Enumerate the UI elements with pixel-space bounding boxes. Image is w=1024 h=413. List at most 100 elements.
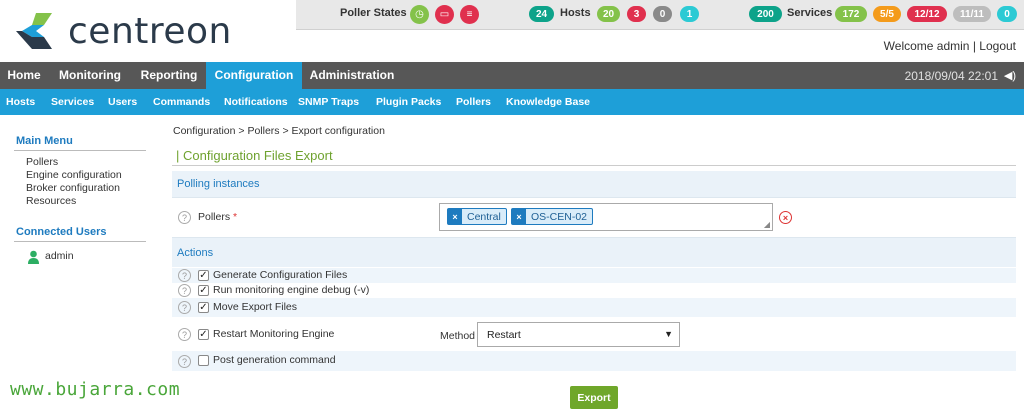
services-total-badge[interactable]: 200 (749, 6, 782, 22)
sub-nav: Hosts Services Users Commands Notificati… (0, 89, 1024, 115)
user-icon (28, 250, 39, 264)
breadcrumb-configuration[interactable]: Configuration (173, 125, 235, 137)
method-label: Method (440, 330, 476, 342)
subtab-hosts[interactable]: Hosts (6, 89, 35, 115)
title-divider (172, 165, 1016, 166)
page-title: | Configuration Files Export (176, 148, 333, 163)
method-value: Restart (487, 329, 521, 341)
hosts-total-badge[interactable]: 24 (529, 6, 554, 22)
tab-configuration[interactable]: Configuration (206, 62, 302, 89)
poller-states-label: Poller States (340, 7, 407, 19)
move-export-label: Move Export Files (213, 301, 298, 313)
main-nav: Home Monitoring Reporting Configuration … (0, 62, 1024, 89)
tab-reporting[interactable]: Reporting (132, 62, 206, 89)
restart-engine-label: Restart Monitoring Engine (213, 328, 335, 340)
help-icon[interactable]: ? (178, 355, 191, 368)
action-row-move: ? ✓ Move Export Files (172, 298, 1016, 317)
generate-files-label: Generate Configuration Files (213, 269, 348, 281)
chevron-down-icon: ▼ (664, 329, 673, 339)
subtab-notifications[interactable]: Notifications (224, 89, 288, 115)
status-bar: Poller States ◷ ▭ ≡ 24 Hosts 20 3 0 1 20… (296, 0, 1024, 30)
help-icon[interactable]: ? (178, 211, 191, 224)
subtab-pollers[interactable]: Pollers (456, 89, 491, 115)
help-icon[interactable]: ? (178, 269, 191, 282)
stack-icon[interactable]: ≡ (460, 5, 479, 24)
clock-icon[interactable]: ◷ (410, 5, 429, 24)
clock: 2018/09/04 22:01 (904, 69, 998, 83)
database-icon[interactable]: ▭ (435, 5, 454, 24)
resize-handle-icon[interactable]: ◢ (764, 220, 770, 229)
welcome-area: Welcome admin | Logout (884, 39, 1016, 53)
help-icon[interactable]: ? (178, 301, 191, 314)
main-menu-title: Main Menu (16, 135, 73, 147)
export-button[interactable]: Export (570, 386, 618, 409)
speaker-icon[interactable]: ◀) (1004, 69, 1016, 82)
polling-instances-header: Polling instances (172, 171, 1016, 197)
help-icon[interactable]: ? (178, 284, 191, 297)
main-content: Configuration > Pollers > Export configu… (172, 115, 1016, 413)
poller-chip-os-cen-02: × OS-CEN-02 (511, 208, 594, 225)
breadcrumb-separator: > (282, 125, 289, 137)
services-label: Services (787, 7, 833, 19)
services-critical-badge[interactable]: 12/12 (907, 6, 947, 22)
welcome-text: Welcome admin (883, 39, 970, 53)
action-row-post: ? Post generation command (172, 351, 1016, 371)
welcome-separator: | (972, 39, 976, 53)
action-row-generate: ? ✓ Generate Configuration Files (172, 268, 1016, 283)
pollers-select[interactable]: × Central × OS-CEN-02 ◢ (439, 203, 773, 231)
brand-name: centreon (68, 10, 232, 52)
tab-monitoring[interactable]: Monitoring (48, 62, 132, 89)
watermark: www.bujarra.com (10, 379, 181, 400)
subtab-users[interactable]: Users (108, 89, 137, 115)
subtab-services[interactable]: Services (51, 89, 94, 115)
hosts-up-badge[interactable]: 20 (597, 6, 620, 22)
sidebar: Main Menu Pollers Engine configuration B… (0, 115, 160, 413)
subtab-plugin-packs[interactable]: Plugin Packs (376, 89, 441, 115)
generate-files-checkbox[interactable]: ✓ (198, 270, 209, 281)
services-ok-badge[interactable]: 172 (835, 6, 867, 22)
hosts-down-badge[interactable]: 3 (627, 6, 646, 22)
tab-administration[interactable]: Administration (302, 62, 402, 89)
move-export-checkbox[interactable]: ✓ (198, 302, 209, 313)
pollers-label-text: Pollers (198, 211, 231, 223)
clear-pollers-icon[interactable]: × (779, 211, 792, 224)
pollers-label: Pollers * (198, 211, 237, 223)
run-debug-checkbox[interactable]: ✓ (198, 285, 209, 296)
actions-header: Actions (172, 237, 1016, 267)
poller-chip-label: OS-CEN-02 (531, 210, 588, 223)
poller-chip-label: Central (467, 210, 501, 223)
services-warning-badge[interactable]: 5/5 (873, 6, 901, 22)
poller-chip-central: × Central (447, 208, 507, 225)
breadcrumb: Configuration > Pollers > Export configu… (173, 125, 385, 137)
sidebar-item-pollers[interactable]: Pollers (26, 156, 58, 168)
tab-home[interactable]: Home (0, 62, 48, 89)
action-row-debug: ? ✓ Run monitoring engine debug (-v) (172, 283, 1016, 298)
connected-users-divider (14, 241, 146, 242)
subtab-snmp-traps[interactable]: SNMP Traps (298, 89, 359, 115)
breadcrumb-export-configuration[interactable]: Export configuration (292, 125, 385, 137)
centreon-logo-icon (16, 13, 52, 49)
help-icon[interactable]: ? (178, 328, 191, 341)
sidebar-item-resources[interactable]: Resources (26, 195, 76, 207)
subtab-commands[interactable]: Commands (153, 89, 210, 115)
main-menu-divider (14, 150, 146, 151)
centreon-logo[interactable]: centreon (12, 8, 232, 54)
restart-engine-checkbox[interactable]: ✓ (198, 329, 209, 340)
services-pending-badge[interactable]: 0 (997, 6, 1017, 22)
remove-chip-icon[interactable]: × (512, 209, 526, 224)
header: centreon Poller States ◷ ▭ ≡ 24 Hosts 20… (0, 0, 1024, 62)
connected-user-admin: admin (45, 250, 74, 262)
breadcrumb-separator: > (238, 125, 245, 137)
method-select[interactable]: Restart ▼ (477, 322, 680, 347)
hosts-unreachable-badge[interactable]: 0 (653, 6, 672, 22)
sidebar-item-engine-configuration[interactable]: Engine configuration (26, 169, 122, 181)
logout-link[interactable]: Logout (979, 39, 1016, 53)
hosts-pending-badge[interactable]: 1 (680, 6, 699, 22)
post-generation-checkbox[interactable] (198, 355, 209, 366)
post-generation-label: Post generation command (213, 354, 336, 366)
remove-chip-icon[interactable]: × (448, 209, 462, 224)
services-unknown-badge[interactable]: 11/11 (953, 6, 991, 22)
breadcrumb-pollers[interactable]: Pollers (247, 125, 279, 137)
sidebar-item-broker-configuration[interactable]: Broker configuration (26, 182, 120, 194)
subtab-knowledge-base[interactable]: Knowledge Base (506, 89, 590, 115)
